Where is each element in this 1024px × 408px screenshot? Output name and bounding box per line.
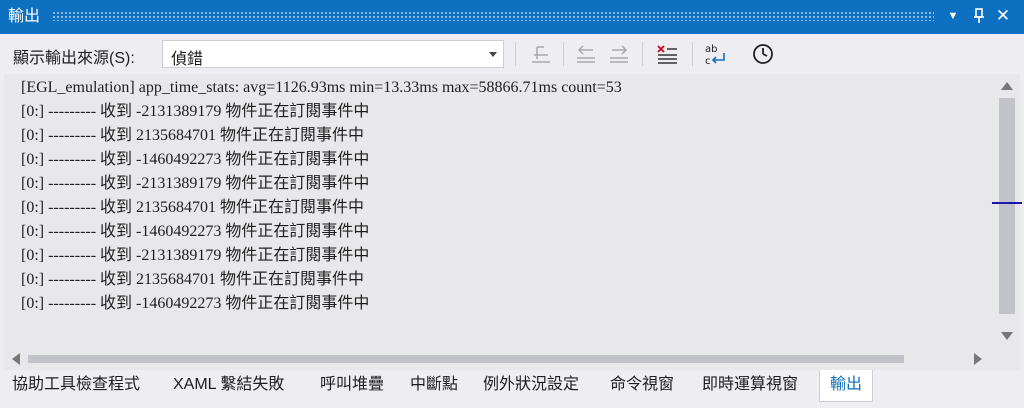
tool-window-titlebar: 輸出 ▼ ✕ (0, 0, 1024, 34)
output-line: [0:] --------- 收到 2135684701 物件正在訂閱事件中 (21, 127, 365, 144)
output-source-value: 偵錯 (171, 51, 204, 68)
scroll-position-marker (992, 202, 1022, 204)
output-text-area[interactable]: [EGL_emulation] app_time_stats: avg=1126… (4, 74, 994, 348)
tab-call-stack[interactable]: 呼叫堆疊 (320, 370, 384, 402)
output-toolbar: 顯示輸出來源(S): 偵錯 ab c (0, 34, 1024, 74)
output-line: [0:] --------- 收到 -1460492273 物件正在訂閱事件中 (21, 151, 370, 168)
horizontal-scroll-thumb[interactable] (28, 355, 904, 363)
tab-command-window[interactable]: 命令視窗 (610, 370, 674, 402)
output-source-label: 顯示輸出來源(S): (13, 50, 135, 67)
scroll-down-icon[interactable] (1001, 332, 1013, 340)
toolbar-separator (563, 42, 564, 66)
toolbar-separator (642, 42, 643, 66)
output-lines: [EGL_emulation] app_time_stats: avg=1126… (21, 76, 622, 316)
auto-hide-pin-icon[interactable] (968, 5, 990, 27)
horizontal-scrollbar[interactable] (4, 348, 994, 370)
scrollbar-corner (994, 348, 1020, 370)
previous-message-icon[interactable] (573, 41, 599, 67)
output-line: [0:] --------- 收到 2135684701 物件正在訂閱事件中 (21, 271, 365, 288)
tool-window-tabs: 協助工具檢查程式 XAML 繫結失敗 呼叫堆疊 中斷點 例外狀況設定 命令視窗 … (0, 370, 1024, 408)
titlebar-grip[interactable] (52, 11, 934, 21)
svg-text:c: c (705, 56, 711, 67)
output-line: [0:] --------- 收到 2135684701 物件正在訂閱事件中 (21, 199, 365, 216)
output-line: [0:] --------- 收到 -1460492273 物件正在訂閱事件中 (21, 295, 370, 312)
clear-all-icon[interactable] (654, 41, 680, 67)
window-title: 輸出 (8, 8, 41, 25)
svg-text:ab: ab (705, 44, 717, 55)
output-line: [0:] --------- 收到 -2131389179 物件正在訂閱事件中 (21, 247, 370, 264)
toolbar-separator (515, 42, 516, 66)
output-source-dropdown[interactable]: 偵錯 (162, 40, 504, 68)
toggle-word-wrap-icon[interactable]: ab c (703, 41, 729, 67)
scroll-up-icon[interactable] (1001, 82, 1013, 90)
toolbar-separator (692, 42, 693, 66)
output-line: [0:] --------- 收到 -2131389179 物件正在訂閱事件中 (21, 103, 370, 120)
output-line: [0:] --------- 收到 -1460492273 物件正在訂閱事件中 (21, 223, 370, 240)
output-line: [EGL_emulation] app_time_stats: avg=1126… (21, 79, 622, 96)
tab-exception-settings[interactable]: 例外狀況設定 (483, 370, 579, 402)
scroll-right-icon[interactable] (974, 353, 982, 365)
tab-xaml-binding-failures[interactable]: XAML 繫結失敗 (173, 370, 284, 402)
vertical-scrollbar[interactable] (992, 74, 1022, 348)
tab-output[interactable]: 輸出 (819, 370, 874, 402)
close-icon[interactable]: ✕ (992, 5, 1014, 27)
scroll-left-icon[interactable] (12, 353, 20, 365)
go-to-line-icon[interactable] (528, 41, 554, 67)
chevron-down-icon (489, 52, 497, 57)
window-position-dropdown-icon[interactable]: ▼ (942, 5, 964, 27)
clock-icon[interactable] (750, 41, 776, 67)
tab-accessibility-checker[interactable]: 協助工具檢查程式 (12, 370, 140, 402)
next-message-icon[interactable] (606, 41, 632, 67)
vertical-scroll-thumb[interactable] (999, 98, 1015, 314)
tab-immediate-window[interactable]: 即時運算視窗 (702, 370, 798, 402)
output-line: [0:] --------- 收到 -2131389179 物件正在訂閱事件中 (21, 175, 370, 192)
tab-breakpoints[interactable]: 中斷點 (410, 370, 458, 402)
